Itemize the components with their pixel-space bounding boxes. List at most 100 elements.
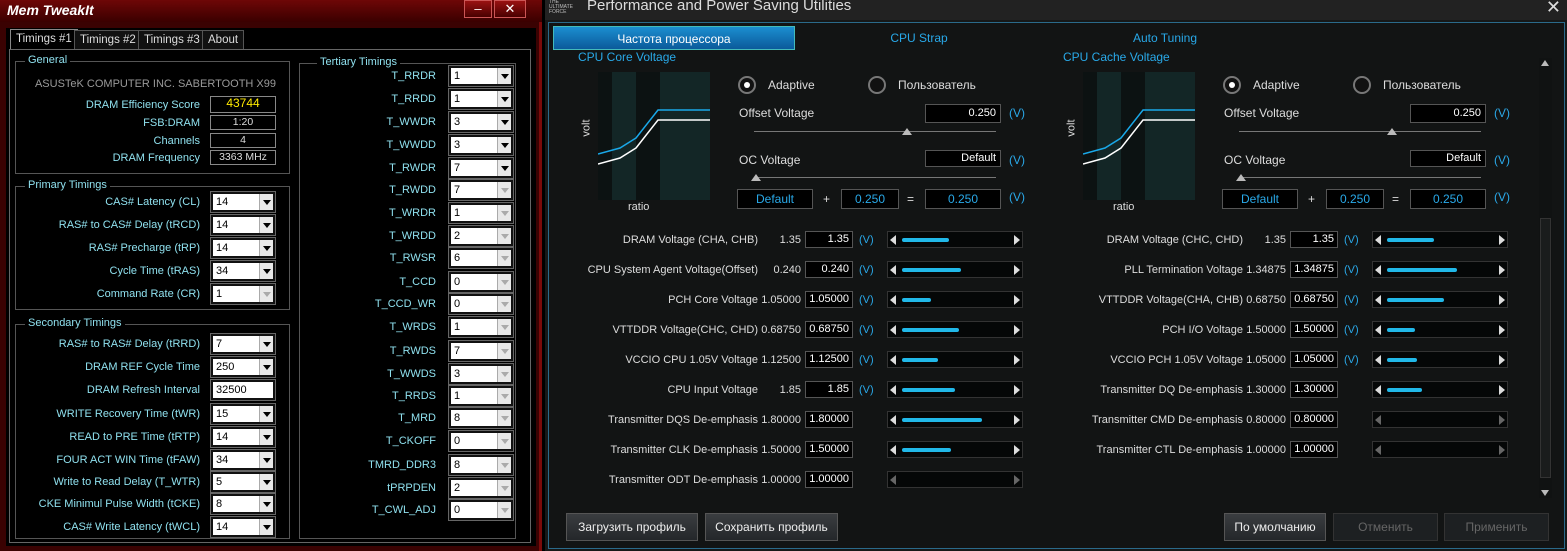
voltage-slider[interactable] xyxy=(887,231,1023,248)
tab-auto-tuning[interactable]: Auto Tuning xyxy=(1043,26,1287,50)
offset-slider-track[interactable] xyxy=(754,131,996,132)
arrow-right-icon[interactable] xyxy=(1014,295,1020,305)
voltage-slider[interactable] xyxy=(887,291,1023,308)
chevron-down-icon[interactable] xyxy=(259,519,273,535)
arrow-right-icon[interactable] xyxy=(1014,355,1020,365)
chevron-down-icon[interactable] xyxy=(497,388,511,404)
timing-combo[interactable]: 0 xyxy=(448,293,514,315)
oc-slider-thumb[interactable] xyxy=(751,174,761,181)
chevron-down-icon[interactable] xyxy=(497,228,511,244)
arrow-left-icon[interactable] xyxy=(890,475,896,485)
arrow-left-icon[interactable] xyxy=(890,415,896,425)
apply-button[interactable]: Применить xyxy=(1444,513,1549,541)
memtweakit-titlebar[interactable]: Mem TweakIt – ✕ xyxy=(0,0,542,22)
arrow-right-icon[interactable] xyxy=(1014,265,1020,275)
voltage-input[interactable]: 1.50000 xyxy=(805,441,853,458)
oc-base-input[interactable]: Default xyxy=(737,189,813,209)
voltage-input[interactable]: 0.80000 xyxy=(1290,411,1338,428)
tab-about[interactable]: About xyxy=(202,30,245,49)
timing-combo[interactable]: 0 xyxy=(448,271,514,293)
arrow-left-icon[interactable] xyxy=(1375,325,1381,335)
arrow-left-icon[interactable] xyxy=(890,385,896,395)
oc-slider-thumb[interactable] xyxy=(1236,174,1246,181)
voltage-input[interactable]: 1.80000 xyxy=(805,411,853,428)
voltage-input[interactable]: 1.00000 xyxy=(805,471,853,488)
chevron-down-icon[interactable] xyxy=(497,457,511,473)
timing-combo[interactable]: 15 xyxy=(210,403,276,425)
chevron-down-icon[interactable] xyxy=(497,91,511,107)
chevron-down-icon[interactable] xyxy=(497,433,511,449)
custom-radio[interactable] xyxy=(1353,76,1371,94)
timing-combo[interactable]: 2 xyxy=(448,225,514,247)
chevron-down-icon[interactable] xyxy=(497,68,511,84)
timing-combo[interactable]: 7 xyxy=(448,340,514,362)
voltage-input[interactable]: 1.85 xyxy=(805,381,853,398)
arrow-left-icon[interactable] xyxy=(890,235,896,245)
asus-close-button[interactable]: ✕ xyxy=(1546,0,1561,18)
timing-combo[interactable]: 2 xyxy=(448,477,514,499)
scroll-thumb[interactable] xyxy=(1540,218,1551,478)
arrow-left-icon[interactable] xyxy=(1375,415,1381,425)
arrow-left-icon[interactable] xyxy=(1375,295,1381,305)
chevron-down-icon[interactable] xyxy=(259,194,273,210)
arrow-left-icon[interactable] xyxy=(1375,355,1381,365)
timing-combo[interactable]: 8 xyxy=(448,454,514,476)
tab-cpu-frequency[interactable]: Частота процессора xyxy=(553,26,795,50)
voltage-slider[interactable] xyxy=(887,321,1023,338)
voltage-slider[interactable] xyxy=(1372,411,1508,428)
arrow-right-icon[interactable] xyxy=(1499,325,1505,335)
voltage-slider[interactable] xyxy=(1372,381,1508,398)
voltage-input[interactable]: 1.50000 xyxy=(1290,321,1338,338)
arrow-right-icon[interactable] xyxy=(1499,355,1505,365)
voltage-input[interactable]: 0.68750 xyxy=(1290,291,1338,308)
timing-combo[interactable]: 1 xyxy=(210,283,276,305)
timing-combo[interactable]: 1 xyxy=(448,88,514,110)
timing-combo[interactable]: 6 xyxy=(448,247,514,269)
chevron-down-icon[interactable] xyxy=(259,452,273,468)
default-button[interactable]: По умолчанию xyxy=(1224,513,1326,541)
voltage-input[interactable]: 1.30000 xyxy=(1290,381,1338,398)
arrow-left-icon[interactable] xyxy=(890,445,896,455)
timing-combo[interactable]: 3 xyxy=(448,363,514,385)
arrow-right-icon[interactable] xyxy=(1499,385,1505,395)
voltage-input[interactable]: 1.35 xyxy=(1290,231,1338,248)
timing-combo[interactable]: 1 xyxy=(448,316,514,338)
chevron-down-icon[interactable] xyxy=(497,205,511,221)
arrow-right-icon[interactable] xyxy=(1014,415,1020,425)
arrow-left-icon[interactable] xyxy=(1375,445,1381,455)
voltage-input[interactable]: 1.05000 xyxy=(805,291,853,308)
timing-combo[interactable]: 0 xyxy=(448,430,514,452)
oc-voltage-input[interactable]: Default xyxy=(1410,150,1486,167)
minimize-button[interactable]: – xyxy=(464,0,492,18)
voltage-slider[interactable] xyxy=(887,441,1023,458)
voltage-slider[interactable] xyxy=(1372,321,1508,338)
chevron-down-icon[interactable] xyxy=(259,359,273,375)
chevron-down-icon[interactable] xyxy=(259,217,273,233)
chevron-down-icon[interactable] xyxy=(497,502,511,518)
timing-combo[interactable]: 7 xyxy=(448,157,514,179)
offset-voltage-input[interactable]: 0.250 xyxy=(925,104,1001,123)
refresh-interval-input[interactable]: 32500 xyxy=(210,379,276,401)
voltage-slider[interactable] xyxy=(887,261,1023,278)
voltage-slider[interactable] xyxy=(1372,291,1508,308)
vertical-scrollbar[interactable] xyxy=(1539,58,1552,498)
arrow-left-icon[interactable] xyxy=(1375,265,1381,275)
chevron-down-icon[interactable] xyxy=(497,480,511,496)
chevron-down-icon[interactable] xyxy=(497,343,511,359)
oc-voltage-input[interactable]: Default xyxy=(925,150,1001,167)
asus-titlebar[interactable]: THE ULTIMATE FORCE Performance and Power… xyxy=(545,0,1567,20)
voltage-slider[interactable] xyxy=(1372,231,1508,248)
chevron-down-icon[interactable] xyxy=(259,429,273,445)
chevron-down-icon[interactable] xyxy=(497,250,511,266)
arrow-left-icon[interactable] xyxy=(890,325,896,335)
arrow-left-icon[interactable] xyxy=(890,295,896,305)
arrow-right-icon[interactable] xyxy=(1499,265,1505,275)
arrow-right-icon[interactable] xyxy=(1014,475,1020,485)
timing-combo[interactable]: 7 xyxy=(448,179,514,201)
arrow-right-icon[interactable] xyxy=(1014,445,1020,455)
voltage-slider[interactable] xyxy=(887,471,1023,488)
timing-combo[interactable]: 3 xyxy=(448,111,514,133)
voltage-slider[interactable] xyxy=(1372,351,1508,368)
chevron-down-icon[interactable] xyxy=(497,114,511,130)
timing-combo[interactable]: 14 xyxy=(210,214,276,236)
